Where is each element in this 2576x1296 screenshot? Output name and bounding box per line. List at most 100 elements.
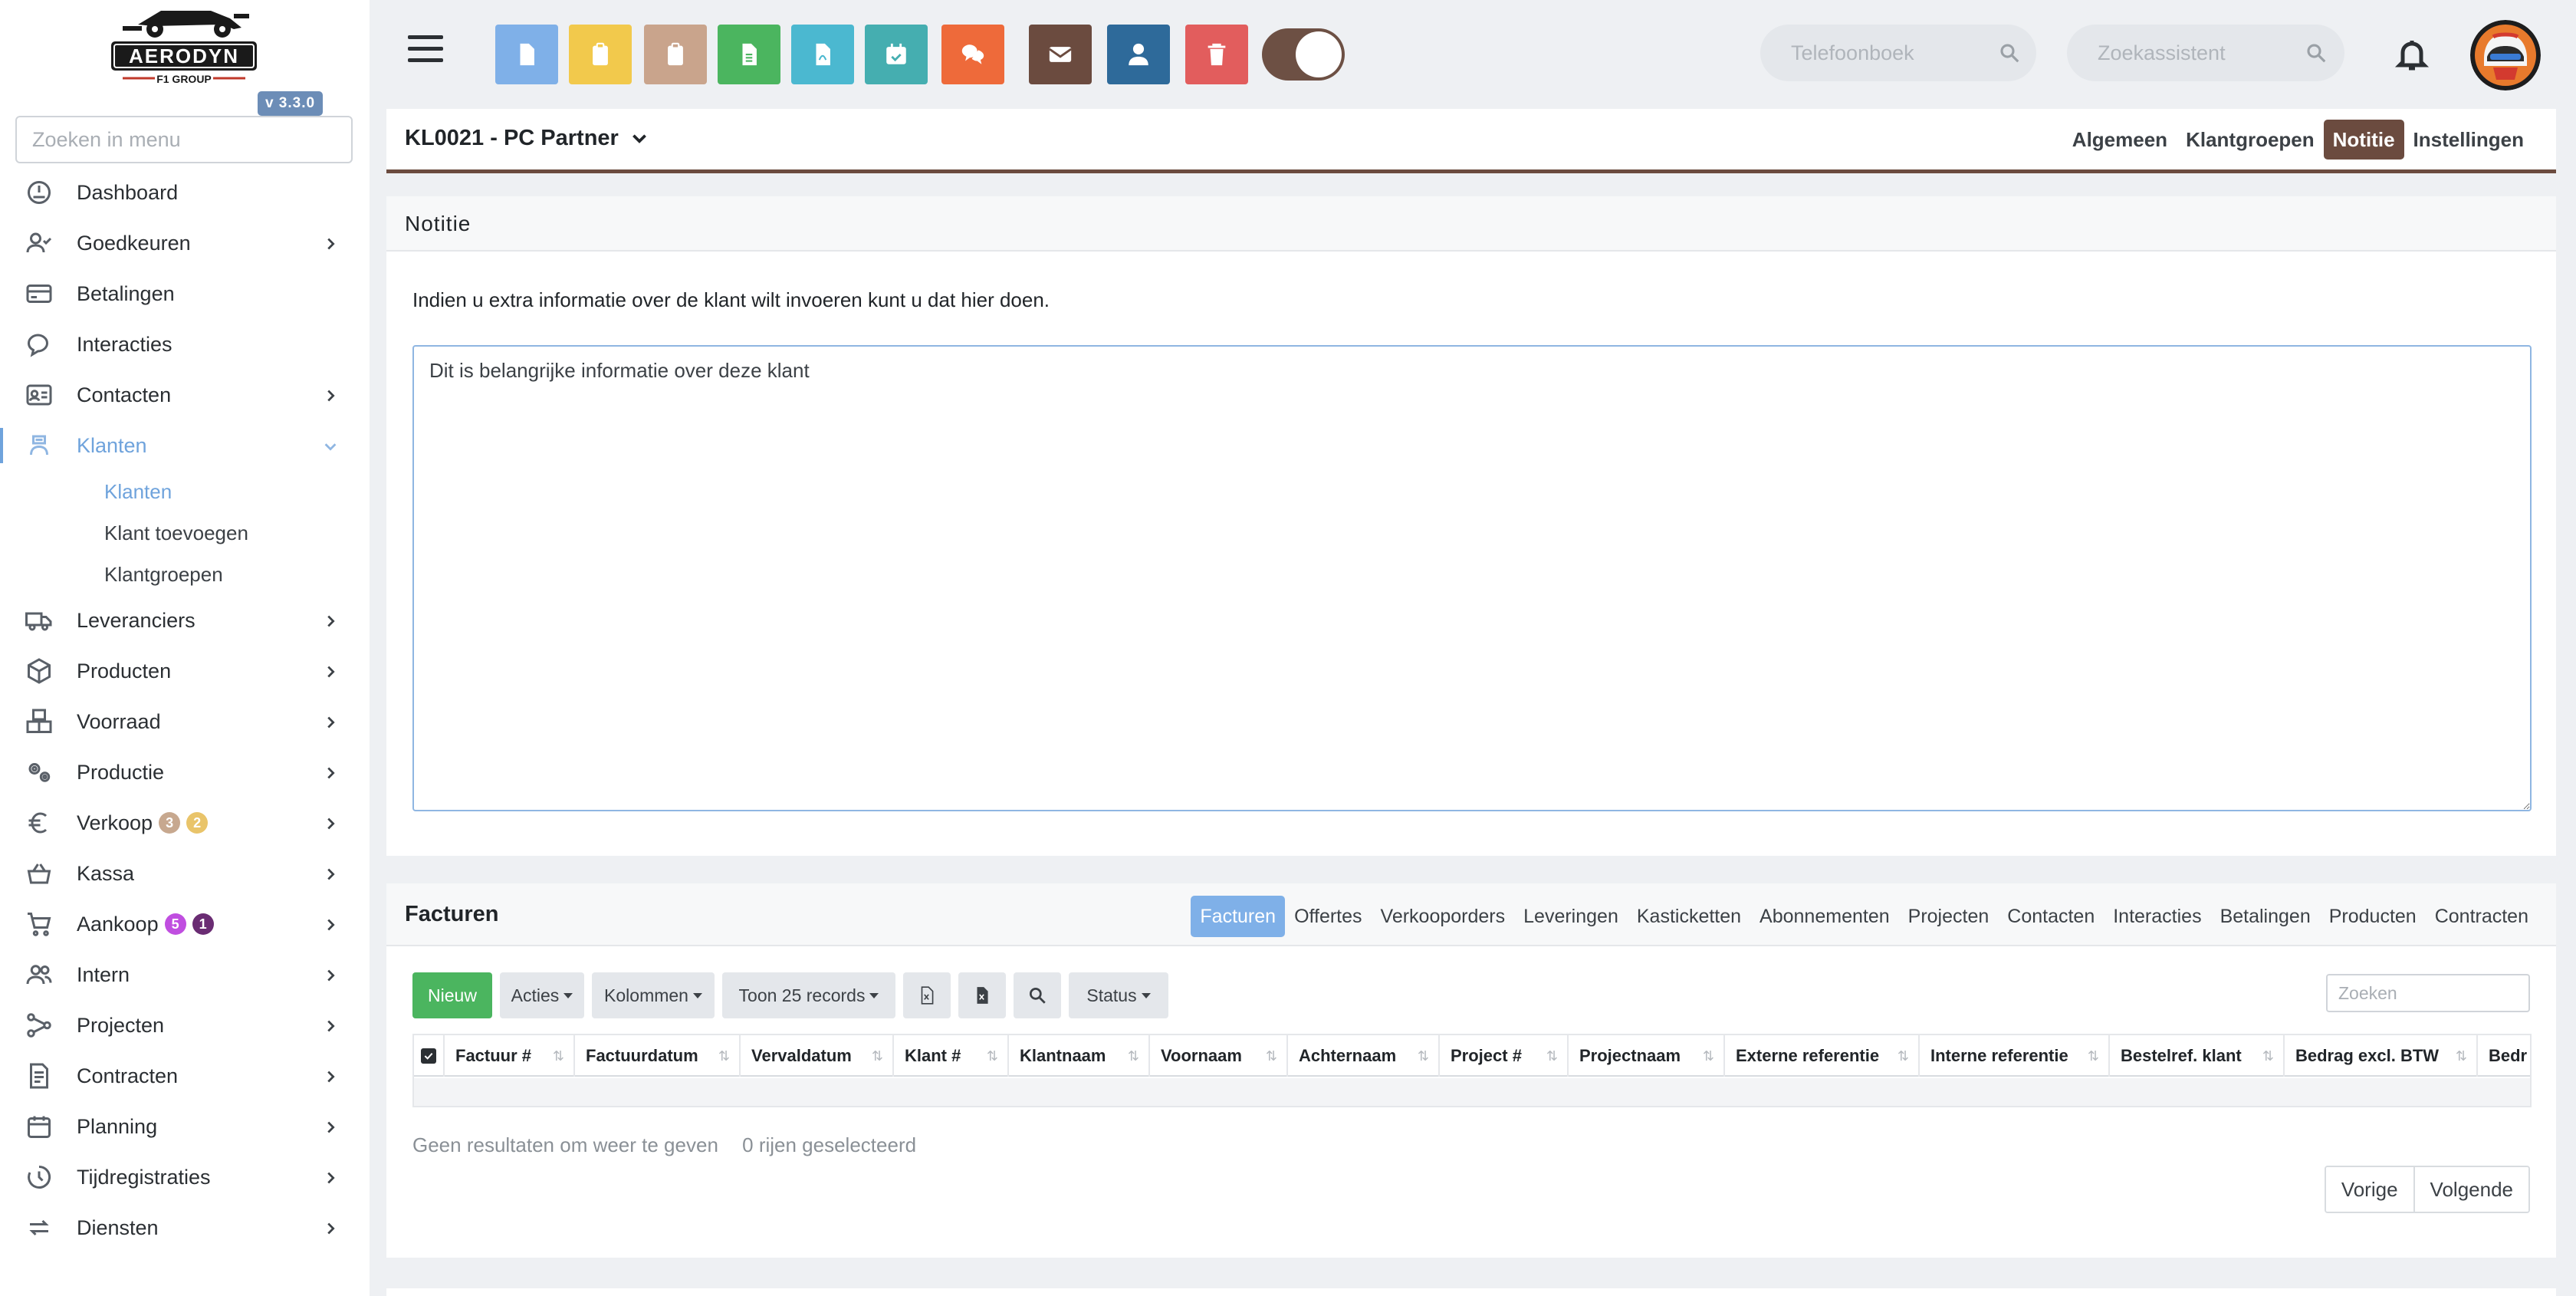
document-icon: [520, 43, 534, 66]
column-header-projectnaam[interactable]: Projectnaam ⇅: [1569, 1035, 1725, 1077]
column-header-project[interactable]: Project # ⇅: [1440, 1035, 1569, 1077]
tab-abonnementen[interactable]: Abonnementen: [1750, 896, 1899, 937]
sidebar-item-voorraad[interactable]: Voorraad: [0, 696, 370, 747]
sidebar-item-diensten[interactable]: Diensten: [0, 1202, 370, 1253]
sidebar-item-contacten[interactable]: Contacten: [0, 370, 370, 420]
previous-page-button[interactable]: Vorige: [2325, 1167, 2413, 1212]
tab-klantgroepen[interactable]: Klantgroepen: [2177, 120, 2324, 160]
new-quote-button[interactable]: [569, 25, 632, 84]
new-interaction-button[interactable]: [941, 25, 1004, 84]
column-header-bedrag-excl-btw[interactable]: Bedrag excl. BTW ⇅: [2285, 1035, 2478, 1077]
hamburger-menu-icon[interactable]: [408, 35, 443, 66]
new-document-button[interactable]: [495, 25, 558, 84]
tab-kasticketten[interactable]: Kasticketten: [1628, 896, 1750, 937]
sidebar-item-label: Contacten: [77, 383, 172, 406]
sidebar-subitem-klant-toevoegen[interactable]: Klant toevoegen: [0, 512, 370, 554]
status-dropdown[interactable]: Status: [1069, 972, 1168, 1018]
sidebar-item-projecten[interactable]: Projecten: [0, 1000, 370, 1051]
table-search-button[interactable]: [1014, 972, 1061, 1018]
export-pdf-button[interactable]: [958, 972, 1006, 1018]
sidebar-item-leveranciers[interactable]: Leveranciers: [0, 595, 370, 646]
sidebar-item-dashboard[interactable]: Dashboard: [0, 167, 370, 218]
next-page-button[interactable]: Volgende: [2413, 1167, 2528, 1212]
tab-projecten[interactable]: Projecten: [1899, 896, 1999, 937]
column-header-label: Interne referentie: [1930, 1046, 2068, 1065]
column-header-label: Projectnaam: [1579, 1046, 1681, 1065]
sidebar-item-interacties[interactable]: Interacties: [0, 319, 370, 370]
new-appointment-button[interactable]: [865, 25, 928, 84]
delete-button[interactable]: [1185, 25, 1248, 84]
tab-verkooporders[interactable]: Verkooporders: [1372, 896, 1515, 937]
search-assistant-input[interactable]: [2067, 25, 2344, 81]
export-excel-button[interactable]: [903, 972, 951, 1018]
column-header-voornaam[interactable]: Voornaam ⇅: [1150, 1035, 1288, 1077]
tab-betalingen[interactable]: Betalingen: [2211, 896, 2320, 937]
select-all-checkbox[interactable]: [414, 1035, 445, 1077]
column-header-bedrag[interactable]: Bedr: [2478, 1035, 2530, 1077]
tab-interacties[interactable]: Interacties: [2104, 896, 2210, 937]
tab-notitie[interactable]: Notitie: [2323, 120, 2404, 160]
trash-icon: [1208, 43, 1226, 66]
note-textarea[interactable]: Dit is belangrijke informatie over deze …: [412, 345, 2532, 811]
contact-card-icon: [25, 380, 54, 410]
column-header-interne-referentie[interactable]: Interne referentie ⇅: [1920, 1035, 2110, 1077]
new-invoice-button[interactable]: Nieuw: [412, 972, 492, 1018]
tab-offertes[interactable]: Offertes: [1285, 896, 1371, 937]
tab-algemeen[interactable]: Algemeen: [2063, 120, 2177, 160]
tab-contacten[interactable]: Contacten: [1998, 896, 2104, 937]
sidebar-subitem-klanten[interactable]: Klanten: [0, 471, 370, 512]
search-icon[interactable]: [1998, 41, 2021, 64]
column-header-klant[interactable]: Klant # ⇅: [894, 1035, 1009, 1077]
tab-facturen[interactable]: Facturen: [1191, 896, 1286, 937]
page-length-dropdown[interactable]: Toon 25 records: [722, 972, 895, 1018]
column-header-klantnaam[interactable]: Klantnaam ⇅: [1009, 1035, 1150, 1077]
column-header-achternaam[interactable]: Achternaam ⇅: [1288, 1035, 1440, 1077]
column-header-label: Bedrag excl. BTW: [2295, 1046, 2440, 1065]
theme-toggle[interactable]: [1262, 28, 1345, 81]
note-card: Notitie Indien u extra informatie over d…: [386, 196, 2556, 856]
sidebar-item-verkoop[interactable]: Verkoop 3 2: [0, 798, 370, 848]
sidebar-item-tijdregistraties[interactable]: Tijdregistraties: [0, 1152, 370, 1202]
sidebar-item-klanten[interactable]: Klanten: [0, 420, 370, 471]
column-header-factuur[interactable]: Factuur # ⇅: [445, 1035, 575, 1077]
sidebar-subitem-klantgroepen[interactable]: Klantgroepen: [0, 554, 370, 595]
sidebar-item-kassa[interactable]: Kassa: [0, 848, 370, 899]
tab-instellingen[interactable]: Instellingen: [2404, 120, 2533, 160]
actions-dropdown[interactable]: Acties: [500, 972, 584, 1018]
phonebook-search-input[interactable]: [1760, 25, 2036, 81]
new-pdf-button[interactable]: [791, 25, 854, 84]
user-avatar[interactable]: [2470, 20, 2541, 90]
column-header-externe-referentie[interactable]: Externe referentie ⇅: [1725, 1035, 1920, 1077]
new-email-button[interactable]: [1029, 25, 1092, 84]
sidebar-item-intern[interactable]: Intern: [0, 949, 370, 1000]
badge-count: 1: [192, 913, 214, 935]
aerodyn-logo[interactable]: AERODYN F1 GROUP: [107, 3, 261, 87]
sidebar: AERODYN F1 GROUP v 3.3.0 Dashboard Goedk…: [0, 0, 370, 1296]
sidebar-item-goedkeuren[interactable]: Goedkeuren: [0, 218, 370, 268]
sidebar-item-producten[interactable]: Producten: [0, 646, 370, 696]
sidebar-item-aankoop[interactable]: Aankoop 5 1: [0, 899, 370, 949]
user-check-icon: [25, 229, 54, 258]
sidebar-item-betalingen[interactable]: Betalingen: [0, 268, 370, 319]
tab-contracten[interactable]: Contracten: [2426, 896, 2538, 937]
sidebar-item-planning[interactable]: Planning: [0, 1101, 370, 1152]
basket-icon: [25, 859, 54, 888]
notifications-bell-icon[interactable]: [2394, 35, 2430, 74]
sidebar-item-productie[interactable]: Productie: [0, 747, 370, 798]
sidebar-item-contracten[interactable]: Contracten: [0, 1051, 370, 1101]
page-title[interactable]: KL0021 - PC Partner: [405, 126, 649, 151]
customer-tabs: Algemeen Klantgroepen Notitie Instelling…: [2063, 120, 2533, 160]
column-header-vervaldatum[interactable]: Vervaldatum ⇅: [741, 1035, 894, 1077]
column-header-bestelref-klant[interactable]: Bestelref. klant ⇅: [2110, 1035, 2285, 1077]
menu-search-input[interactable]: [15, 116, 353, 163]
new-spreadsheet-button[interactable]: [718, 25, 780, 84]
tab-producten[interactable]: Producten: [2320, 896, 2426, 937]
search-icon[interactable]: [2305, 41, 2328, 64]
new-order-button[interactable]: [644, 25, 707, 84]
tab-leveringen[interactable]: Leveringen: [1514, 896, 1628, 937]
columns-dropdown[interactable]: Kolommen: [592, 972, 715, 1018]
table-filter-input[interactable]: [2326, 974, 2530, 1012]
customer-title: KL0021 - PC Partner: [405, 126, 619, 150]
new-contact-button[interactable]: [1107, 25, 1170, 84]
column-header-factuurdatum[interactable]: Factuurdatum ⇅: [575, 1035, 741, 1077]
